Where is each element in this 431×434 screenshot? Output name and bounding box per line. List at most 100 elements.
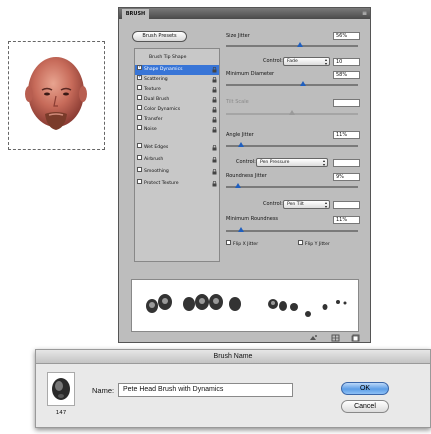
min-diameter-label: Minimum Diameter bbox=[226, 71, 275, 77]
tip-checkbox[interactable]: ✓ bbox=[137, 75, 142, 80]
dialog-title: Brush Name bbox=[36, 350, 430, 364]
new-brush-icon[interactable] bbox=[351, 334, 360, 342]
min-diameter-value[interactable]: 58% bbox=[333, 71, 360, 79]
angle-jitter-label: Angle Jitter bbox=[226, 132, 254, 138]
head-photo bbox=[25, 57, 87, 130]
min-roundness-label: Minimum Roundness bbox=[226, 216, 279, 222]
lock-icon[interactable] bbox=[212, 127, 217, 133]
control-3-label: Control: bbox=[263, 201, 283, 207]
tip-checkbox[interactable] bbox=[137, 85, 142, 90]
control-2-option: Pen Pressure bbox=[260, 160, 290, 165]
tip-label: Texture bbox=[144, 87, 161, 92]
size-jitter-label: Size Jitter bbox=[226, 33, 250, 39]
lock-icon[interactable] bbox=[212, 117, 217, 123]
lock-icon[interactable] bbox=[212, 169, 217, 175]
tip-checkbox[interactable] bbox=[137, 95, 142, 100]
control-3-select[interactable]: Pen Tilt ▴ ▾ bbox=[283, 200, 330, 209]
brush-tip-list: Brush Tip Shape ✓ Shape Dynamics ✓ Scatterin… bbox=[134, 48, 220, 262]
brush-stroke-preview bbox=[131, 279, 359, 332]
tip-label: Color Dynamics bbox=[144, 107, 181, 112]
control-3-option: Pen Tilt bbox=[287, 202, 304, 207]
lock-icon[interactable] bbox=[212, 107, 217, 113]
roundness-jitter-label: Roundness Jitter bbox=[226, 173, 267, 179]
lock-icon[interactable] bbox=[212, 97, 217, 103]
lock-icon[interactable] bbox=[212, 181, 217, 187]
tip-item-noise[interactable]: Noise bbox=[135, 125, 219, 135]
brush-name-input[interactable]: Pete Head Brush with Dynamics bbox=[118, 383, 293, 397]
select-arrows-icon: ▴ ▾ bbox=[322, 158, 325, 167]
control-1-select[interactable]: Fade ▴ ▾ bbox=[283, 57, 330, 66]
lock-icon[interactable] bbox=[212, 67, 217, 73]
tip-checkbox[interactable] bbox=[137, 179, 142, 184]
tip-checkbox[interactable] bbox=[137, 125, 142, 130]
roundness-jitter-value[interactable]: 9% bbox=[333, 173, 360, 181]
tip-label: Brush Tip Shape bbox=[149, 55, 187, 60]
stroke-preview-graphic bbox=[146, 294, 347, 317]
angle-jitter-slider[interactable] bbox=[226, 145, 358, 147]
tip-label: Smoothing bbox=[144, 169, 169, 174]
brush-presets-button[interactable]: Brush Presets bbox=[132, 31, 187, 42]
min-roundness-slider[interactable] bbox=[226, 230, 358, 232]
tip-checkbox[interactable]: ✓ bbox=[137, 65, 142, 70]
size-jitter-slider[interactable] bbox=[226, 45, 358, 47]
brush-panel: BRUSH ≡ Brush Presets Brush Tip Shape ✓ Sh… bbox=[118, 7, 371, 343]
select-arrows-icon: ▴ ▾ bbox=[324, 200, 327, 209]
min-diameter-slider-thumb[interactable] bbox=[299, 81, 306, 86]
brush-tab[interactable]: BRUSH bbox=[122, 9, 149, 19]
tip-label: Scattering bbox=[144, 77, 168, 82]
roundness-jitter-slider[interactable] bbox=[226, 186, 358, 188]
angle-jitter-slider-thumb[interactable] bbox=[237, 142, 244, 147]
panel-titlebar: BRUSH ≡ bbox=[119, 8, 370, 19]
control-1-option: Fade bbox=[287, 59, 298, 64]
control-2-value[interactable] bbox=[333, 159, 360, 167]
min-diameter-slider[interactable] bbox=[226, 84, 358, 86]
brush-size-count: 147 bbox=[55, 410, 67, 416]
tip-item-wet-edges[interactable]: Wet Edges bbox=[135, 143, 219, 153]
tip-label: Wet Edges bbox=[144, 145, 169, 150]
control-2-select[interactable]: Pen Pressure ▴ ▾ bbox=[256, 158, 328, 167]
tilt-scale-label: Tilt Scale bbox=[226, 99, 249, 105]
tip-checkbox[interactable] bbox=[137, 167, 142, 172]
grid-icon[interactable] bbox=[331, 334, 340, 342]
tip-checkbox[interactable] bbox=[137, 115, 142, 120]
lock-icon[interactable] bbox=[212, 157, 217, 163]
tip-item-color-dynamics[interactable]: Color Dynamics bbox=[135, 105, 219, 115]
toggle-preview-icon[interactable] bbox=[309, 334, 318, 342]
flip-y-label: Flip Y Jitter bbox=[305, 242, 330, 247]
panel-menu-icon[interactable]: ≡ bbox=[362, 9, 367, 18]
tip-item-protect-texture[interactable]: Protect Texture bbox=[135, 179, 219, 189]
size-jitter-slider-thumb[interactable] bbox=[296, 42, 303, 47]
ok-button[interactable]: OK bbox=[341, 382, 389, 395]
lock-icon[interactable] bbox=[212, 145, 217, 151]
tilt-scale-slider-thumb bbox=[289, 110, 295, 115]
tip-item-smoothing[interactable]: Smoothing bbox=[135, 167, 219, 177]
flip-y-jitter[interactable]: Flip Y Jitter bbox=[298, 240, 330, 248]
tip-checkbox[interactable] bbox=[137, 143, 142, 148]
roundness-jitter-slider-thumb[interactable] bbox=[234, 183, 241, 188]
flip-y-checkbox[interactable] bbox=[298, 240, 303, 245]
tip-checkbox[interactable] bbox=[137, 155, 142, 160]
min-roundness-value[interactable]: 11% bbox=[333, 216, 360, 224]
tip-label: Airbrush bbox=[144, 157, 164, 162]
tip-label: Protect Texture bbox=[144, 181, 179, 186]
tip-item-texture[interactable]: Texture bbox=[135, 85, 219, 95]
tip-item-brush-tip-shape[interactable]: Brush Tip Shape bbox=[135, 53, 219, 63]
lock-icon[interactable] bbox=[212, 77, 217, 83]
control-1-value[interactable]: 10 bbox=[333, 58, 360, 66]
tip-item-shape-dynamics[interactable]: ✓ Shape Dynamics bbox=[135, 65, 219, 75]
min-roundness-slider-thumb[interactable] bbox=[237, 227, 244, 232]
tip-item-scattering[interactable]: ✓ Scattering bbox=[135, 75, 219, 85]
tip-checkbox[interactable] bbox=[137, 105, 142, 110]
tip-item-transfer[interactable]: Transfer bbox=[135, 115, 219, 125]
tip-item-airbrush[interactable]: Airbrush bbox=[135, 155, 219, 165]
tip-item-dual-brush[interactable]: Dual Brush bbox=[135, 95, 219, 105]
angle-jitter-value[interactable]: 11% bbox=[333, 131, 360, 139]
control-3-value[interactable] bbox=[333, 201, 360, 209]
size-jitter-value[interactable]: 56% bbox=[333, 32, 360, 40]
lock-icon[interactable] bbox=[212, 87, 217, 93]
tip-label: Noise bbox=[144, 127, 157, 132]
flip-x-jitter[interactable]: Flip X Jitter bbox=[226, 240, 258, 248]
flip-x-checkbox[interactable] bbox=[226, 240, 231, 245]
name-label: Name: bbox=[92, 386, 115, 395]
cancel-button[interactable]: Cancel bbox=[341, 400, 389, 413]
